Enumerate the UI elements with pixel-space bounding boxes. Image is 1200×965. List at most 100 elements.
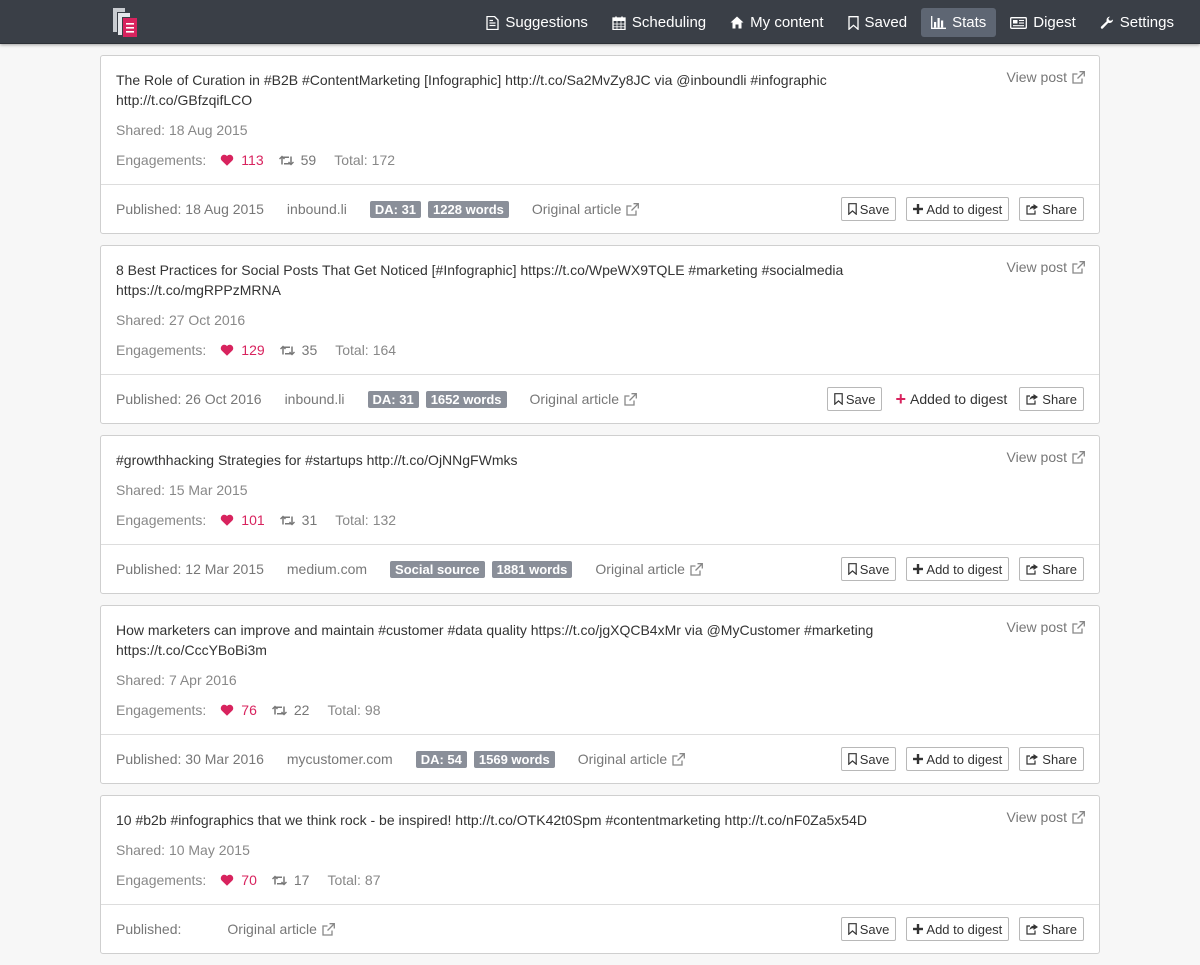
shared-value: 7 Apr 2016 (168, 672, 237, 688)
published-value: 26 Oct 2016 (185, 391, 262, 407)
external-link-icon (1072, 70, 1085, 84)
add-to-digest-button[interactable]: Add to digest (906, 747, 1010, 771)
nav-label: Saved (864, 14, 908, 31)
nav-item-scheduling[interactable]: Scheduling (602, 8, 716, 37)
nav-item-my-content[interactable]: My content (720, 8, 833, 37)
retweets-count: 59 (300, 152, 317, 168)
retweet-icon (278, 155, 294, 165)
nav-label: Digest (1033, 14, 1076, 31)
nav-item-settings[interactable]: Settings (1090, 8, 1184, 37)
share-button[interactable]: Share (1019, 557, 1084, 581)
external-link-icon (690, 562, 703, 576)
info-badge: DA: 31 (367, 390, 419, 408)
shared-date: Shared: 15 Mar 2015 (116, 480, 1084, 500)
original-article-link[interactable]: Original article (578, 751, 686, 767)
plus-icon: + (895, 389, 906, 409)
original-article-link[interactable]: Original article (532, 201, 640, 217)
post-card-body: 10 #b2b #infographics that we think rock… (101, 796, 1099, 904)
added-to-digest-label: Added to digest (910, 391, 1008, 407)
plus-icon (913, 924, 924, 934)
likes-count: 76 (241, 702, 257, 718)
view-post-label: View post (1006, 449, 1067, 465)
original-article-link[interactable]: Original article (227, 921, 335, 937)
share-button[interactable]: Share (1019, 387, 1084, 411)
engagements-row: Engagements: 129 35 Total: 164 (116, 340, 1084, 360)
retweets-count: 22 (293, 702, 310, 718)
add-to-digest-button[interactable]: Add to digest (906, 197, 1010, 221)
published-date: Published: 18 Aug 2015 (116, 201, 264, 217)
post-card-body: 8 Best Practices for Social Posts That G… (101, 246, 1099, 374)
save-button[interactable]: Save (840, 747, 897, 771)
app-logo[interactable] (111, 6, 139, 38)
post-text: 8 Best Practices for Social Posts That G… (116, 262, 844, 298)
bookmark-icon (847, 753, 857, 765)
save-button[interactable]: Save (840, 917, 897, 941)
nav-item-suggestions[interactable]: Suggestions (476, 8, 598, 37)
save-label: Save (845, 391, 876, 407)
post-card: #growthhacking Strategies for #startups … (100, 435, 1100, 594)
share-icon (1026, 394, 1039, 405)
post-actions: Save Add to digest Share (831, 917, 1084, 941)
add-to-digest-label: Add to digest (926, 561, 1003, 577)
shared-prefix: Shared: (116, 312, 166, 328)
nav-item-digest[interactable]: Digest (1000, 8, 1086, 37)
bookmark-icon (847, 203, 857, 215)
post-card-footer: Published: 12 Mar 2015 medium.com Social… (101, 544, 1099, 593)
original-article-label: Original article (529, 391, 619, 407)
nav-item-stats[interactable]: Stats (921, 8, 997, 37)
file-text-icon (486, 15, 500, 30)
external-link-icon (322, 922, 335, 936)
original-article-link[interactable]: Original article (595, 561, 703, 577)
wrench-icon (1100, 16, 1113, 29)
view-post-link[interactable]: View post (1007, 619, 1085, 635)
info-badge: Social source (390, 560, 485, 578)
share-label: Share (1042, 561, 1077, 577)
shared-date: Shared: 10 May 2015 (116, 840, 1084, 860)
share-icon (1026, 924, 1039, 935)
shared-prefix: Shared: (116, 122, 166, 138)
bookmark-icon (847, 923, 857, 935)
added-to-digest-indicator[interactable]: + Added to digest (895, 389, 1008, 409)
add-to-digest-button[interactable]: Add to digest (906, 917, 1010, 941)
external-link-icon (1072, 620, 1085, 634)
retweet-icon (271, 705, 287, 715)
engagements-row: Engagements: 70 17 Total: 87 (116, 870, 1084, 890)
shared-date: Shared: 27 Oct 2016 (116, 310, 1084, 330)
published-prefix: Published: (116, 921, 182, 937)
view-post-link[interactable]: View post (1007, 449, 1085, 465)
post-actions: Save Add to digest Share (831, 747, 1084, 771)
post-card-footer: Published: 18 Aug 2015 inbound.li DA: 31… (101, 184, 1099, 233)
published-prefix: Published: (116, 751, 182, 767)
add-to-digest-button[interactable]: Add to digest (906, 557, 1010, 581)
source-domain: medium.com (286, 561, 368, 577)
info-badge: 1652 words (425, 390, 507, 408)
view-post-link[interactable]: View post (1007, 259, 1085, 275)
save-button[interactable]: Save (826, 387, 883, 411)
add-to-digest-label: Add to digest (926, 921, 1003, 937)
retweets-count: 17 (293, 872, 310, 888)
engagements-label: Engagements: (116, 342, 207, 358)
post-card-body: The Role of Curation in #B2B #ContentMar… (101, 56, 1099, 184)
share-button[interactable]: Share (1019, 917, 1084, 941)
save-button[interactable]: Save (840, 557, 897, 581)
share-button[interactable]: Share (1019, 197, 1084, 221)
nav-item-saved[interactable]: Saved (838, 8, 918, 37)
info-badge: DA: 31 (369, 200, 422, 218)
view-post-link[interactable]: View post (1007, 69, 1085, 85)
engagements-label: Engagements: (116, 702, 207, 718)
total-count: 172 (371, 152, 396, 168)
post-card-body: #growthhacking Strategies for #startups … (101, 436, 1099, 544)
likes-count: 70 (241, 872, 257, 888)
view-post-link[interactable]: View post (1007, 809, 1085, 825)
view-post-label: View post (1006, 69, 1067, 85)
save-button[interactable]: Save (840, 197, 897, 221)
nav-menu: Suggestions Scheduling My content Saved … (472, 8, 1184, 37)
badge-group: DA: 54 1569 words (415, 750, 578, 768)
heart-icon (221, 874, 234, 886)
calendar-icon (612, 16, 626, 30)
external-link-icon (1072, 260, 1085, 274)
share-button[interactable]: Share (1019, 747, 1084, 771)
shared-value: 18 Aug 2015 (168, 122, 248, 138)
original-article-link[interactable]: Original article (530, 391, 637, 407)
top-navbar: Suggestions Scheduling My content Saved … (0, 0, 1200, 44)
